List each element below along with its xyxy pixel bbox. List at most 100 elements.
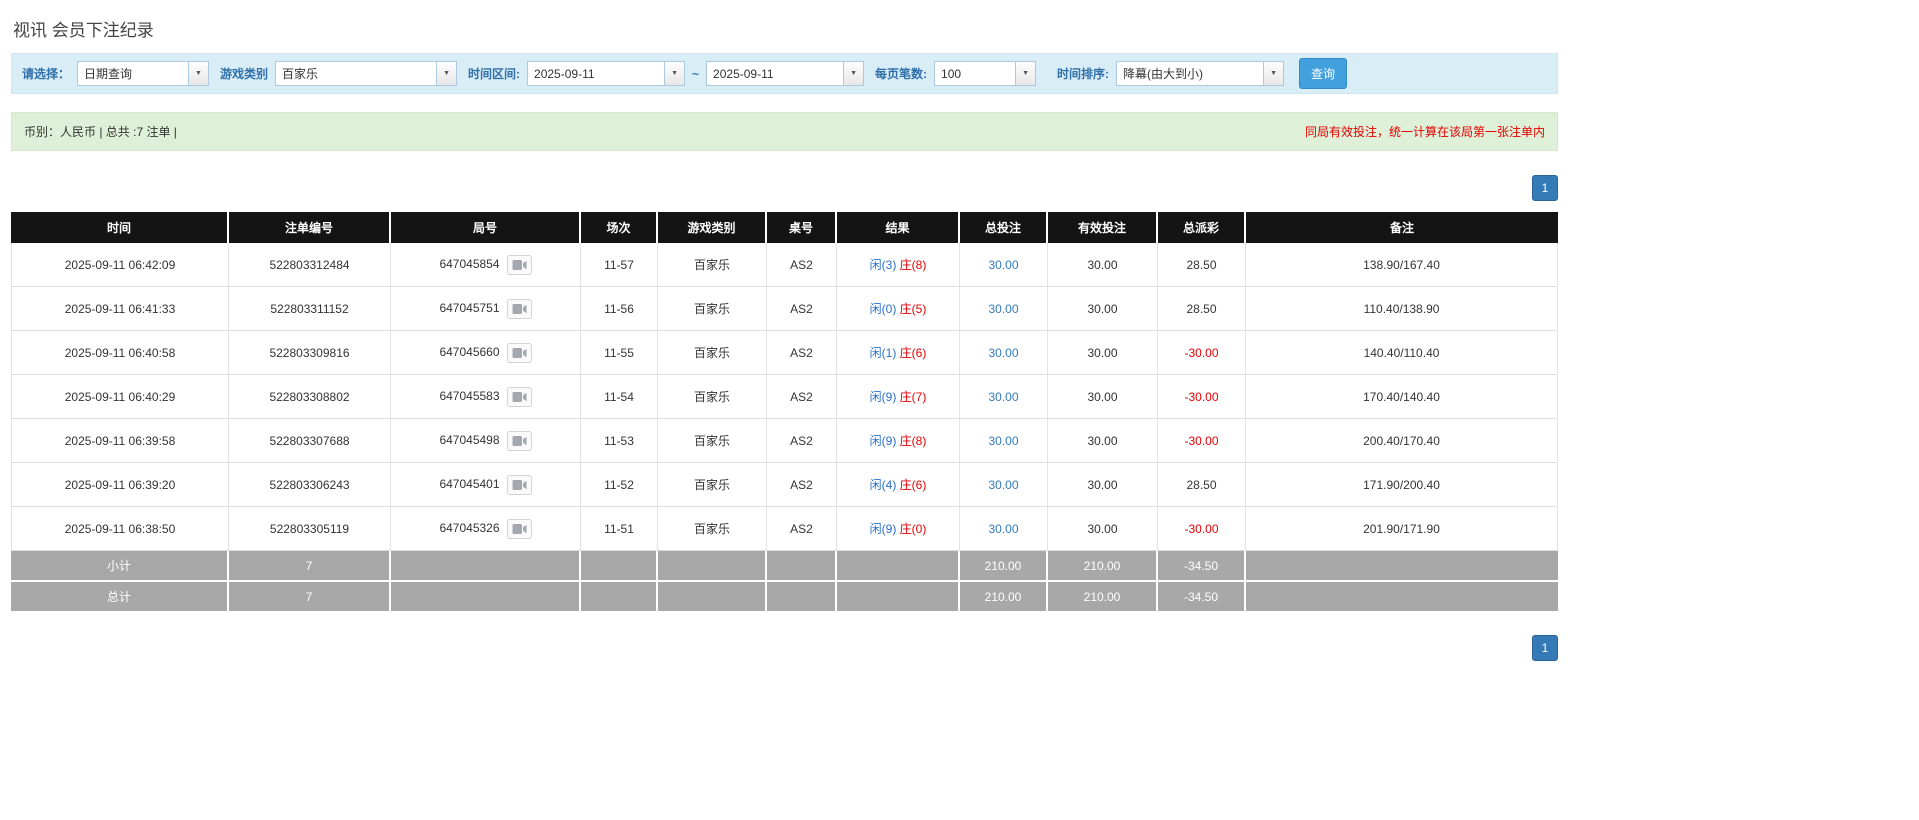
cell-remark: 170.40/140.40 [1246,375,1558,419]
pagination-top: 1 [11,175,1558,201]
result-banker: 庄(8) [899,434,927,448]
cell-session: 11-56 [581,287,658,331]
date-from-input[interactable] [528,62,665,85]
cell-total-bet: 30.00 [960,463,1048,507]
total-payout: -34.50 [1158,582,1246,613]
date-from-select[interactable]: ▼ [527,61,686,86]
cell-total-bet: 30.00 [960,507,1048,551]
cell-bet-id: 522803312484 [229,243,391,287]
col-result: 结果 [837,212,960,243]
result-player: 闲(3) [869,258,897,272]
result-banker: 庄(5) [899,302,927,316]
cell-session: 11-57 [581,243,658,287]
cell-game-type: 百家乐 [658,419,767,463]
video-replay-icon[interactable] [506,386,532,407]
page-1-button[interactable]: 1 [1532,175,1558,201]
query-type-select[interactable]: ▼ [77,61,210,86]
date-to-select[interactable]: ▼ [706,61,865,86]
cell-remark: 171.90/200.40 [1246,463,1558,507]
query-type-input[interactable] [78,62,189,85]
table-header-row: 时间 注单编号 局号 场次 游戏类别 桌号 结果 总投注 有效投注 总派彩 备注 [11,212,1558,243]
cell-round-id: 647045401 [391,463,581,507]
cell-round-id: 647045583 [391,375,581,419]
round-id-text: 647045751 [439,300,500,315]
result-player: 闲(1) [869,346,897,360]
cell-total-bet: 30.00 [960,375,1048,419]
total-bet-link[interactable]: 30.00 [988,346,1018,360]
cell-payout: 28.50 [1158,287,1246,331]
cell-game-type: 百家乐 [658,331,767,375]
date-to-input[interactable] [707,62,844,85]
page-1-button[interactable]: 1 [1532,635,1558,661]
video-replay-icon[interactable] [506,474,532,495]
video-replay-icon[interactable] [506,298,532,319]
cell-result: 闲(3) 庄(8) [837,243,960,287]
cell-table-no: AS2 [767,507,837,551]
pagination-bottom: 1 [11,635,1558,691]
game-type-input[interactable] [276,62,437,85]
total-total-bet: 210.00 [960,582,1048,613]
cell-payout: -30.00 [1158,419,1246,463]
cell-time: 2025-09-11 06:38:50 [11,507,229,551]
chevron-down-icon[interactable]: ▼ [664,62,685,85]
round-id-text: 647045583 [439,388,500,403]
select-label: 请选择： [22,67,71,81]
total-bet-link[interactable]: 30.00 [988,434,1018,448]
cell-bet-id: 522803307688 [229,419,391,463]
cell-bet-id: 522803311152 [229,287,391,331]
total-bet-link[interactable]: 30.00 [988,302,1018,316]
cell-time: 2025-09-11 06:39:58 [11,419,229,463]
result-banker: 庄(0) [899,522,927,536]
cell-result: 闲(1) 庄(6) [837,331,960,375]
cell-bet-id: 522803308802 [229,375,391,419]
cell-time: 2025-09-11 06:39:20 [11,463,229,507]
video-replay-icon[interactable] [506,342,532,363]
chevron-down-icon[interactable]: ▼ [1263,62,1284,85]
result-player: 闲(0) [869,302,897,316]
cell-total-bet: 30.00 [960,331,1048,375]
table-row: 2025-09-11 06:40:58 522803309816 6470456… [11,331,1558,375]
round-id-text: 647045498 [439,432,500,447]
cell-valid-bet: 30.00 [1048,463,1158,507]
time-sort-input[interactable] [1117,62,1264,85]
total-row: 总计 7 210.00 210.00 -34.50 [11,582,1558,613]
result-player: 闲(9) [869,390,897,404]
video-replay-icon[interactable] [506,518,532,539]
time-sort-select[interactable]: ▼ [1116,61,1285,86]
page-size-input[interactable] [935,62,1016,85]
total-bet-link[interactable]: 30.00 [988,258,1018,272]
game-type-select[interactable]: ▼ [275,61,458,86]
table-row: 2025-09-11 06:38:50 522803305119 6470453… [11,507,1558,551]
video-replay-icon[interactable] [506,254,532,275]
col-bet-id: 注单编号 [229,212,391,243]
cell-time: 2025-09-11 06:42:09 [11,243,229,287]
result-player: 闲(4) [869,478,897,492]
video-replay-icon[interactable] [506,430,532,451]
cell-table-no: AS2 [767,331,837,375]
cell-result: 闲(9) 庄(7) [837,375,960,419]
total-bet-link[interactable]: 30.00 [988,390,1018,404]
total-valid-bet: 210.00 [1048,582,1158,613]
chevron-down-icon[interactable]: ▼ [436,62,457,85]
cell-game-type: 百家乐 [658,243,767,287]
result-banker: 庄(8) [899,258,927,272]
cell-table-no: AS2 [767,287,837,331]
total-bet-link[interactable]: 30.00 [988,478,1018,492]
cell-valid-bet: 30.00 [1048,243,1158,287]
cell-round-id: 647045498 [391,419,581,463]
search-button[interactable]: 查询 [1299,58,1348,89]
col-round-id: 局号 [391,212,581,243]
cell-payout: 28.50 [1158,463,1246,507]
cell-session: 11-55 [581,331,658,375]
chevron-down-icon[interactable]: ▼ [1015,62,1036,85]
summary-bar: 币别：人民币 | 总共 :7 注单 | 同局有效投注，统一计算在该局第一张注单内 [11,112,1558,151]
cell-remark: 138.90/167.40 [1246,243,1558,287]
chevron-down-icon[interactable]: ▼ [843,62,864,85]
summary-note-text: 同局有效投注，统一计算在该局第一张注单内 [1304,125,1545,139]
total-bet-link[interactable]: 30.00 [988,522,1018,536]
chevron-down-icon[interactable]: ▼ [188,62,209,85]
table-body: 2025-09-11 06:42:09 522803312484 6470458… [11,243,1558,551]
result-player: 闲(9) [869,434,897,448]
cell-game-type: 百家乐 [658,375,767,419]
page-size-select[interactable]: ▼ [934,61,1037,86]
